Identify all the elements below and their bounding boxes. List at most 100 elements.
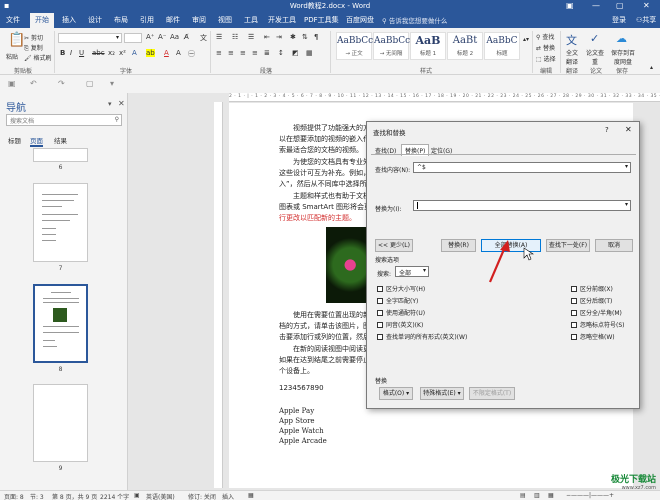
font-size-combo[interactable] [124, 33, 142, 43]
collapse-ribbon-icon[interactable]: ▴ [650, 64, 653, 71]
doc-paragraph[interactable]: 使用在需要位置出现的新 档的方式，请单击该图片，图 击要添加行或列的位置，然后 [279, 310, 370, 343]
styles-more-icon[interactable]: ▴▾ [523, 36, 529, 43]
login-link[interactable]: 登录 [612, 15, 626, 25]
char-shading-icon[interactable]: A [176, 49, 181, 57]
select-button[interactable]: ⬚ 选择 [536, 54, 556, 63]
close-icon[interactable]: ✕ [625, 125, 632, 134]
close-icon[interactable]: ✕ [118, 99, 125, 108]
nav-search-input[interactable]: 搜索文档 ⚲ [6, 114, 122, 126]
doc-paragraph[interactable]: 在新的阅读视图中阅读更 如果在达到结尾之前需要停止 个设备上。 [279, 344, 370, 377]
highlight-icon[interactable]: ab [146, 49, 155, 57]
nav-tab-pages[interactable]: 页面 [30, 135, 43, 147]
style-heading-2[interactable]: AaBt 标题 2 [447, 32, 483, 60]
status-language[interactable]: 英语(美国) [146, 492, 175, 500]
find-next-button[interactable]: 查找下一处(F) [546, 239, 590, 252]
sounds-like-checkbox[interactable]: 同音(英文)(K) [377, 320, 423, 329]
nav-tab-headings[interactable]: 标题 [8, 135, 21, 145]
tab-review[interactable]: 审阅 [192, 15, 206, 25]
doc-paragraph[interactable]: 视频提供了功能强大的方 以在想要添加的视频的嵌入代 索最适合您的文档的视频。 [279, 123, 370, 156]
tab-design[interactable]: 设计 [88, 15, 102, 25]
flower-image[interactable] [326, 227, 370, 303]
style-heading-1[interactable]: AaB 标题 1 [410, 32, 446, 60]
chevron-down-icon[interactable]: ▾ [108, 100, 112, 108]
full-half-width-checkbox[interactable]: 区分全/半角(M) [571, 308, 622, 317]
cloud-save-icon[interactable]: ☁ [616, 32, 627, 45]
match-prefix-checkbox[interactable]: 区分前缀(X) [571, 284, 613, 293]
page-thumbnail[interactable] [33, 183, 88, 262]
match-case-checkbox[interactable]: 区分大小写(H) [377, 284, 425, 293]
read-mode-icon[interactable]: ▤ [520, 492, 526, 499]
clear-formatting-icon[interactable]: A̸ [184, 33, 189, 41]
page-thumbnail[interactable] [33, 384, 88, 462]
decrease-indent-icon[interactable]: ⇤ [264, 33, 270, 41]
minimize-icon[interactable]: — [592, 0, 600, 12]
status-track-changes[interactable]: 修订: 关闭 [188, 492, 216, 500]
zoom-slider[interactable]: −———|———+ [566, 492, 614, 499]
word-forms-checkbox[interactable]: 查找单词的所有形式(英文)(W) [377, 332, 467, 341]
show-marks-icon[interactable]: ¶ [314, 33, 318, 41]
doc-apple-list[interactable]: Apple Pay App Store Apple Watch Apple Ar… [279, 406, 327, 446]
shading-icon[interactable]: ◩ [292, 49, 299, 57]
grow-font-icon[interactable]: A⁺ [146, 33, 154, 41]
font-color-icon[interactable]: A [164, 49, 169, 57]
superscript-icon[interactable]: x² [119, 49, 126, 57]
cancel-button[interactable]: 取消 [595, 239, 633, 252]
new-doc-icon[interactable]: ▢ [86, 79, 94, 88]
bold-icon[interactable]: B [60, 49, 65, 57]
shrink-font-icon[interactable]: A⁻ [158, 33, 166, 41]
align-right-icon[interactable]: ≡ [240, 49, 246, 57]
share-button[interactable]: ⚇共享 [636, 15, 656, 25]
underline-icon[interactable]: U [79, 49, 84, 57]
status-page-of[interactable]: 第 8 页，共 9 页 [52, 492, 97, 500]
line-spacing-icon[interactable]: ↕ [278, 49, 284, 57]
tab-view[interactable]: 视图 [218, 15, 232, 25]
paste-icon[interactable]: 📋 [8, 32, 25, 48]
subscript-icon[interactable]: x₂ [108, 49, 115, 57]
tab-layout[interactable]: 布局 [114, 15, 128, 25]
no-formatting-button[interactable]: 不限定格式(T) [469, 387, 515, 400]
italic-icon[interactable]: I [70, 49, 72, 57]
close-icon[interactable]: ✕ [643, 0, 650, 12]
save-to-netdisk-button[interactable]: 保存到百度网盘 [610, 48, 636, 66]
replace-button[interactable]: 替换(R) [441, 239, 476, 252]
redo-icon[interactable]: ↷ [58, 79, 65, 88]
status-page[interactable]: 页面: 8 [4, 492, 24, 500]
customize-qat-icon[interactable]: ▾ [110, 79, 114, 88]
tab-references[interactable]: 引用 [140, 15, 154, 25]
tab-tools[interactable]: 工具 [244, 15, 258, 25]
horizontal-ruler[interactable]: 2 · 1 · | · 1 · 2 · 3 · 4 · 5 · 6 · 7 · … [229, 93, 660, 102]
chevron-down-icon[interactable]: ▾ [625, 163, 628, 170]
replace-button[interactable]: ⇄ 替换 [536, 43, 555, 52]
font-name-combo[interactable]: ▾ [58, 33, 122, 43]
less-button[interactable]: << 更少(L) [375, 239, 413, 252]
chevron-down-icon[interactable]: ▾ [625, 201, 628, 208]
format-painter-button[interactable]: 🖌 格式刷 [24, 53, 52, 62]
replace-all-button[interactable]: 全部替换(A) [481, 239, 541, 252]
nav-tab-results[interactable]: 结果 [54, 135, 67, 145]
chinese-layout-icon[interactable]: ✱ [290, 33, 296, 41]
paper-check-icon[interactable]: ✓ [590, 32, 599, 45]
print-layout-icon[interactable]: ▥ [534, 492, 540, 499]
numbering-icon[interactable]: ☷ [232, 33, 238, 41]
status-insert-mode[interactable]: 插入 [222, 492, 234, 500]
paste-button[interactable]: 粘贴 [6, 52, 18, 61]
maximize-icon[interactable]: ▢ [616, 0, 624, 12]
format-button[interactable]: 格式(O) ▾ [379, 387, 413, 400]
page-thumbnail[interactable] [33, 148, 88, 162]
align-center-icon[interactable]: ≡ [228, 49, 234, 57]
ignore-whitespace-checkbox[interactable]: 忽略空格(W) [571, 332, 615, 341]
justify-icon[interactable]: ≡ [252, 49, 258, 57]
help-icon[interactable]: ? [605, 126, 609, 134]
full-translate-button[interactable]: 全文翻译 [564, 48, 580, 66]
tab-home[interactable]: 开始 [30, 13, 54, 28]
vertical-ruler[interactable] [214, 102, 223, 488]
replace-with-input[interactable]: ▾ [413, 200, 631, 211]
increase-indent-icon[interactable]: ⇥ [276, 33, 282, 41]
save-icon[interactable]: ▣ [8, 79, 16, 88]
distributed-icon[interactable]: ≣ [264, 49, 270, 57]
doc-number-line[interactable]: 1234567890 [279, 383, 324, 394]
strikethrough-icon[interactable]: abc [92, 49, 105, 57]
style-no-spacing[interactable]: AaBbCc → 无间隔 [373, 32, 410, 60]
macro-icon[interactable]: ▦ [248, 492, 254, 499]
wildcards-checkbox[interactable]: 使用通配符(U) [377, 308, 425, 317]
